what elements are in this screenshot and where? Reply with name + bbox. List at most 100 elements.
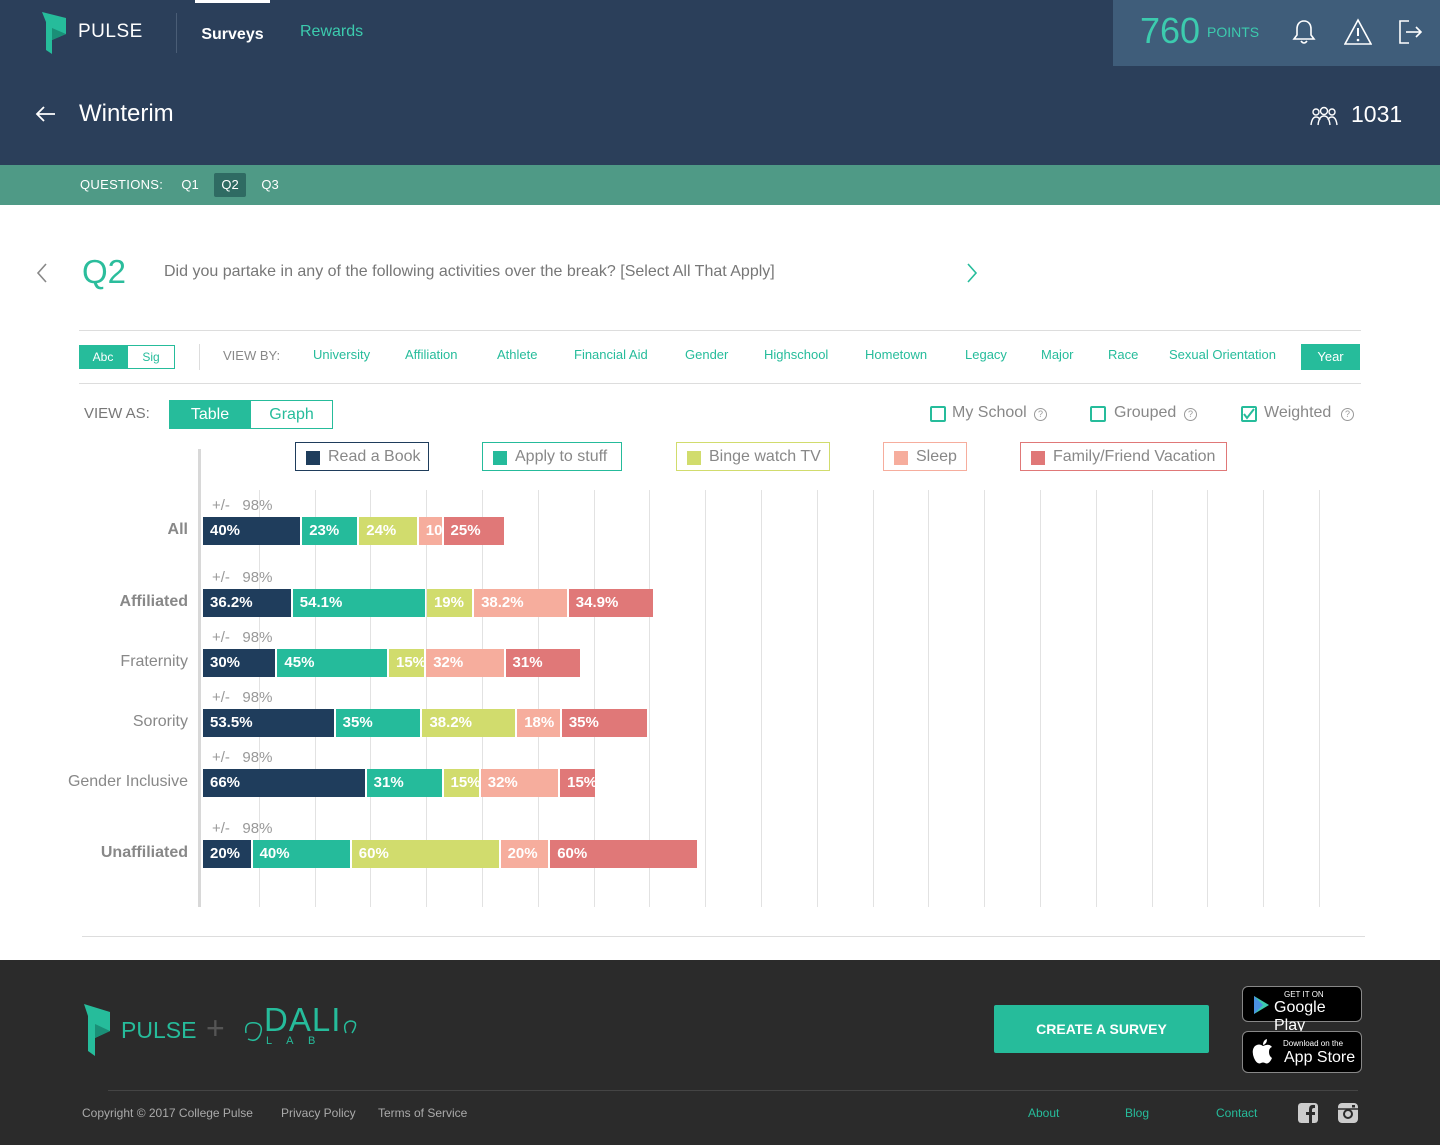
help-icon[interactable]: ? <box>1034 408 1047 421</box>
pulse-logo-icon[interactable] <box>42 12 66 54</box>
bar-segment[interactable]: 35% <box>335 709 421 737</box>
bar-segment[interactable]: 40% <box>203 517 301 545</box>
respondents-icon <box>1310 106 1338 126</box>
bar-segment[interactable]: 31% <box>505 649 581 677</box>
view-as-table-button[interactable]: Table <box>169 400 251 429</box>
bar-segment[interactable]: 24% <box>359 517 417 545</box>
bar-segment[interactable]: 53.5% <box>203 709 334 737</box>
back-arrow-icon[interactable] <box>35 103 57 125</box>
app-store-badge[interactable]: Download on the App Store <box>1242 1031 1362 1073</box>
view-by-gender[interactable]: Gender <box>685 347 728 362</box>
bar-segment[interactable]: 38.2% <box>474 589 567 617</box>
store-name: App Store <box>1284 1049 1356 1066</box>
store-caption: GET IT ON <box>1284 990 1324 999</box>
bar-segment[interactable]: 38.2% <box>422 709 516 737</box>
gridline <box>928 490 930 907</box>
bar-segment[interactable]: 15% <box>389 649 425 677</box>
view-by-hometown[interactable]: Hometown <box>865 347 927 362</box>
legend-read-a-book[interactable]: Read a Book <box>295 442 429 471</box>
bar-segment[interactable]: 15% <box>560 769 596 797</box>
weighted-checkbox[interactable] <box>1241 406 1257 422</box>
bar-segment[interactable]: 35% <box>561 709 647 737</box>
create-survey-button[interactable]: CREATE A SURVEY <box>994 1005 1209 1053</box>
margin-of-error-label: +/- 98% <box>212 497 273 514</box>
view-by-race[interactable]: Race <box>1108 347 1138 362</box>
view-by-affiliation[interactable]: Affiliation <box>405 347 458 362</box>
bar-segment[interactable]: 25% <box>443 517 504 545</box>
bar-segment[interactable]: 34.9% <box>568 589 654 617</box>
bar-segment[interactable]: 54.1% <box>292 589 425 617</box>
nav-rewards[interactable]: Rewards <box>300 0 363 66</box>
instagram-icon[interactable] <box>1338 1103 1358 1123</box>
bar-segment[interactable]: 18% <box>517 709 560 737</box>
previous-question-icon[interactable] <box>34 262 50 284</box>
bar-segment[interactable]: 23% <box>302 517 358 545</box>
bar-segment[interactable]: 10% <box>418 517 442 545</box>
bell-icon[interactable] <box>1290 18 1318 46</box>
abc-toggle[interactable]: Abc <box>79 345 127 369</box>
warning-icon[interactable] <box>1344 18 1372 46</box>
legend-swatch <box>306 451 320 465</box>
question-tab-q1[interactable]: Q1 <box>176 173 204 197</box>
bar-segment[interactable]: 60% <box>550 840 697 868</box>
facebook-icon[interactable] <box>1298 1103 1318 1123</box>
my-school-checkbox[interactable] <box>930 406 946 422</box>
bar-segment[interactable]: 45% <box>277 649 387 677</box>
view-by-athlete[interactable]: Athlete <box>497 347 537 362</box>
footer-divider <box>108 1090 1358 1091</box>
legend-label: Sleep <box>916 448 957 465</box>
blog-link[interactable]: Blog <box>1125 1106 1149 1120</box>
view-by-label: VIEW BY: <box>223 348 281 363</box>
help-icon[interactable]: ? <box>1184 408 1197 421</box>
bar-segment[interactable]: 20% <box>500 840 549 868</box>
bar-segment[interactable]: 20% <box>203 840 251 868</box>
bar-segment[interactable]: 60% <box>351 840 499 868</box>
view-by-financial-aid[interactable]: Financial Aid <box>574 347 648 362</box>
brand-name[interactable]: PULSE <box>78 21 143 43</box>
question-tab-q2[interactable]: Q2 <box>214 173 246 197</box>
bar-segment[interactable]: 32% <box>426 649 504 677</box>
view-by-year[interactable]: Year <box>1301 344 1360 370</box>
question-text: Did you partake in any of the following … <box>164 263 775 280</box>
bar-segment[interactable]: 32% <box>480 769 559 797</box>
legend-label: Family/Friend Vacation <box>1053 448 1216 465</box>
about-link[interactable]: About <box>1028 1106 1059 1120</box>
bar-segment[interactable]: 30% <box>203 649 276 677</box>
grouped-checkbox[interactable] <box>1090 406 1106 422</box>
bar-segment[interactable]: 36.2% <box>203 589 291 617</box>
contact-link[interactable]: Contact <box>1216 1106 1257 1120</box>
view-by-university[interactable]: University <box>313 347 370 362</box>
dali-lab-logo[interactable]: DALI L A B <box>242 1001 362 1053</box>
legend-binge-watch-tv[interactable]: Binge watch TV <box>676 442 830 471</box>
bar-segment[interactable]: 66% <box>203 769 365 797</box>
bar-segment[interactable]: 40% <box>252 840 350 868</box>
sig-toggle[interactable]: Sig <box>127 345 175 369</box>
bar-segment[interactable]: 19% <box>426 589 473 617</box>
next-question-icon[interactable] <box>964 262 980 284</box>
help-icon[interactable]: ? <box>1341 408 1354 421</box>
view-by-legacy[interactable]: Legacy <box>965 347 1007 362</box>
legend-sleep[interactable]: Sleep <box>883 442 967 471</box>
copyright-text: Copyright © 2017 College Pulse <box>82 1106 253 1120</box>
footer-brand[interactable]: PULSE <box>121 1017 196 1044</box>
terms-of-service-link[interactable]: Terms of Service <box>378 1106 467 1120</box>
nav-surveys[interactable]: Surveys <box>195 0 270 66</box>
privacy-policy-link[interactable]: Privacy Policy <box>281 1106 356 1120</box>
view-as-graph-button[interactable]: Graph <box>250 400 333 429</box>
respondent-count: 1031 <box>1351 101 1403 127</box>
logout-icon[interactable] <box>1397 18 1425 46</box>
legend-family-friend-vacation[interactable]: Family/Friend Vacation <box>1020 442 1227 471</box>
bar-segment[interactable]: 31% <box>366 769 442 797</box>
google-play-badge[interactable]: GET IT ON Google Play <box>1242 986 1362 1034</box>
divider <box>79 383 1361 384</box>
pulse-logo-icon[interactable] <box>84 1004 110 1056</box>
bar-segment[interactable]: 15% <box>443 769 479 797</box>
gridline <box>872 490 874 907</box>
view-by-sexual-orientation[interactable]: Sexual Orientation <box>1169 347 1276 362</box>
view-by-highschool[interactable]: Highschool <box>764 347 828 362</box>
margin-of-error-label: +/- 98% <box>212 820 273 837</box>
question-tab-q3[interactable]: Q3 <box>255 173 285 197</box>
view-by-major[interactable]: Major <box>1041 347 1074 362</box>
legend-apply-to-stuff[interactable]: Apply to stuff <box>482 442 622 471</box>
grouped-label: Grouped <box>1114 404 1177 421</box>
